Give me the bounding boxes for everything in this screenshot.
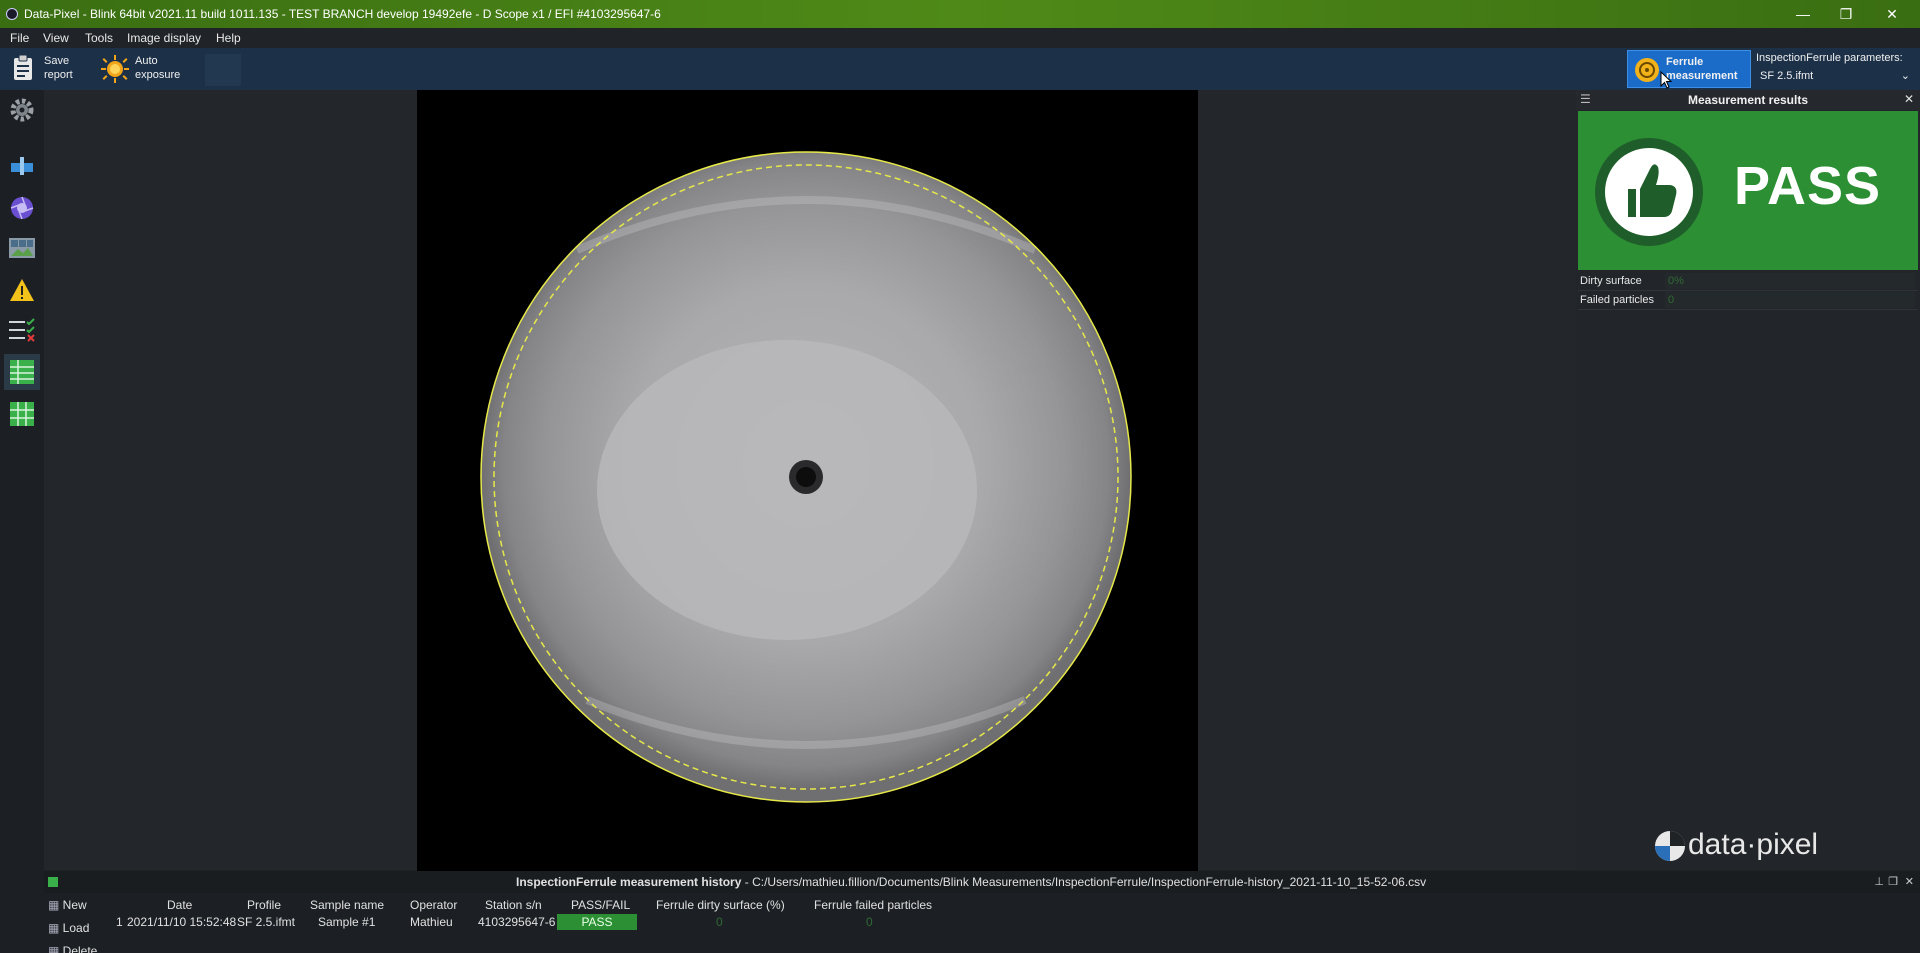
row-sample: Sample #1 [318,915,376,929]
close-window-button[interactable]: ✕ [1872,0,1912,28]
auto-exposure-button[interactable]: Auto exposure [100,52,190,86]
menu-image-display[interactable]: Image display [127,28,201,48]
new-icon: ▦ [48,898,63,912]
menu-help[interactable]: Help [216,28,241,48]
restore-button[interactable]: ❐ [1826,0,1866,28]
params-label: InspectionFerrule parameters: [1756,52,1903,64]
row-index: 1 [116,915,123,929]
col-operator[interactable]: Operator [410,896,457,914]
chevron-down-icon: ⌄ [1900,70,1910,82]
pass-card: PASS [1578,111,1918,270]
data-pixel-logo-icon [1655,831,1685,861]
checklist-icon[interactable] [8,316,36,344]
load-button[interactable]: ▦ Load [48,918,89,938]
menu-view[interactable]: View [43,28,69,48]
row-operator: Mathieu [410,915,453,929]
window-title: Data-Pixel - Blink 64bit v2021.11 build … [24,7,661,21]
col-profile[interactable]: Profile [247,896,281,914]
col-dirty-surface[interactable]: Ferrule dirty surface (%) [656,896,785,914]
col-failed-particles[interactable]: Ferrule failed particles [814,896,932,914]
load-label: Load [62,921,90,935]
failed-particles-label: Failed particles [1580,294,1654,306]
history-title-bar: InspectionFerrule measurement history - … [44,871,1920,893]
dirty-surface-label: Dirty surface [1580,275,1642,287]
history-status-icon [48,877,58,887]
close-history-icon[interactable]: ✕ [1905,871,1914,893]
row-profile: SF 2.5.ifmt [237,915,296,929]
dirty-surface-value: 0% [1668,275,1684,287]
row-dirty: 0 [716,915,723,929]
aperture-icon[interactable] [8,194,36,222]
sun-icon [101,55,129,83]
failed-particles-value: 0 [1668,294,1675,306]
history-title: InspectionFerrule measurement history - … [516,871,1426,893]
failed-particles-row: Failed particles 0 [1578,291,1918,310]
settings-gear-icon[interactable] [8,96,36,124]
table-row[interactable]: 1 2021/11/10 15:52:48 SF 2.5.ifmt Sample… [112,913,1112,933]
save-label-2: report [44,69,73,81]
col-date[interactable]: Date [167,896,192,914]
new-label: New [62,898,87,912]
delete-label: Delete [62,944,98,953]
col-pass-fail[interactable]: PASS/FAIL [571,896,630,914]
failed-particles-bar [1665,292,1915,308]
delete-button[interactable]: ▦ Delete [48,941,97,953]
data-pixel-logo: data·pixel [1650,824,1850,864]
thumbs-up-icon [1595,138,1703,246]
ferrule-end-face [480,151,1132,803]
toolbar-empty-slot[interactable] [205,54,241,86]
title-bar: Data-Pixel - Blink 64bit v2021.11 build … [0,0,1920,28]
new-button[interactable]: ▦ New [48,895,87,915]
pass-text: PASS [1734,156,1882,216]
delete-icon: ▦ [48,944,63,953]
table-icon[interactable] [8,358,36,386]
ferrule-image[interactable] [417,90,1198,871]
history-path: - C:/Users/mathieu.fillion/Documents/Bli… [741,875,1427,889]
warning-icon[interactable] [8,276,36,304]
minimize-button[interactable]: — [1783,0,1823,28]
menu-tools[interactable]: Tools [85,28,113,48]
close-panel-icon[interactable]: ✕ [1904,92,1914,106]
auto-label-2: exposure [135,69,181,81]
col-station[interactable]: Station s/n [485,896,542,914]
mouse-cursor-icon [1660,71,1672,89]
history-title-name: InspectionFerrule measurement history [516,875,742,889]
results-title: Measurement results [1687,93,1809,107]
save-report-button[interactable]: Save report [10,52,98,86]
ferrule-label-1: Ferrule [1666,56,1704,68]
fiber-core-center [796,467,816,487]
image-strip-icon[interactable] [8,234,36,262]
row-date: 2021/11/10 15:52:48 [127,915,237,929]
dirty-surface-bar [1665,273,1915,289]
params-value: SF 2.5.ifmt [1760,70,1814,82]
params-select[interactable]: SF 2.5.ifmt ⌄ [1760,67,1912,85]
row-station: 4103295647-6 [478,915,556,929]
logo-text: data·pixel [1688,828,1819,861]
ferrule-core-zone [597,340,977,640]
save-label-1: Save [44,55,70,67]
col-sample-name[interactable]: Sample name [310,896,384,914]
ferrule-measurement-button[interactable]: Ferrule measurement [1627,50,1751,88]
clipboard-icon [14,54,32,80]
ferrule-label-2: measurement [1666,70,1738,82]
pin-icon[interactable]: ⊥ [1874,871,1884,893]
ferrule-target-icon [1635,58,1659,82]
menu-bar: File View Tools Image display Help [0,28,1920,48]
auto-label-1: Auto [135,55,158,67]
dirty-surface-row: Dirty surface 0% [1578,272,1918,291]
row-result-badge: PASS [557,914,637,930]
app-icon [6,8,18,20]
menu-file[interactable]: File [10,28,29,48]
float-icon[interactable]: ❐ [1888,871,1898,893]
results-header: ☰ Measurement results ✕ [1576,90,1920,110]
table-report-icon[interactable] [8,400,36,428]
microscope-icon[interactable] [8,152,36,180]
load-icon: ▦ [48,921,63,935]
row-particles: 0 [866,915,873,929]
